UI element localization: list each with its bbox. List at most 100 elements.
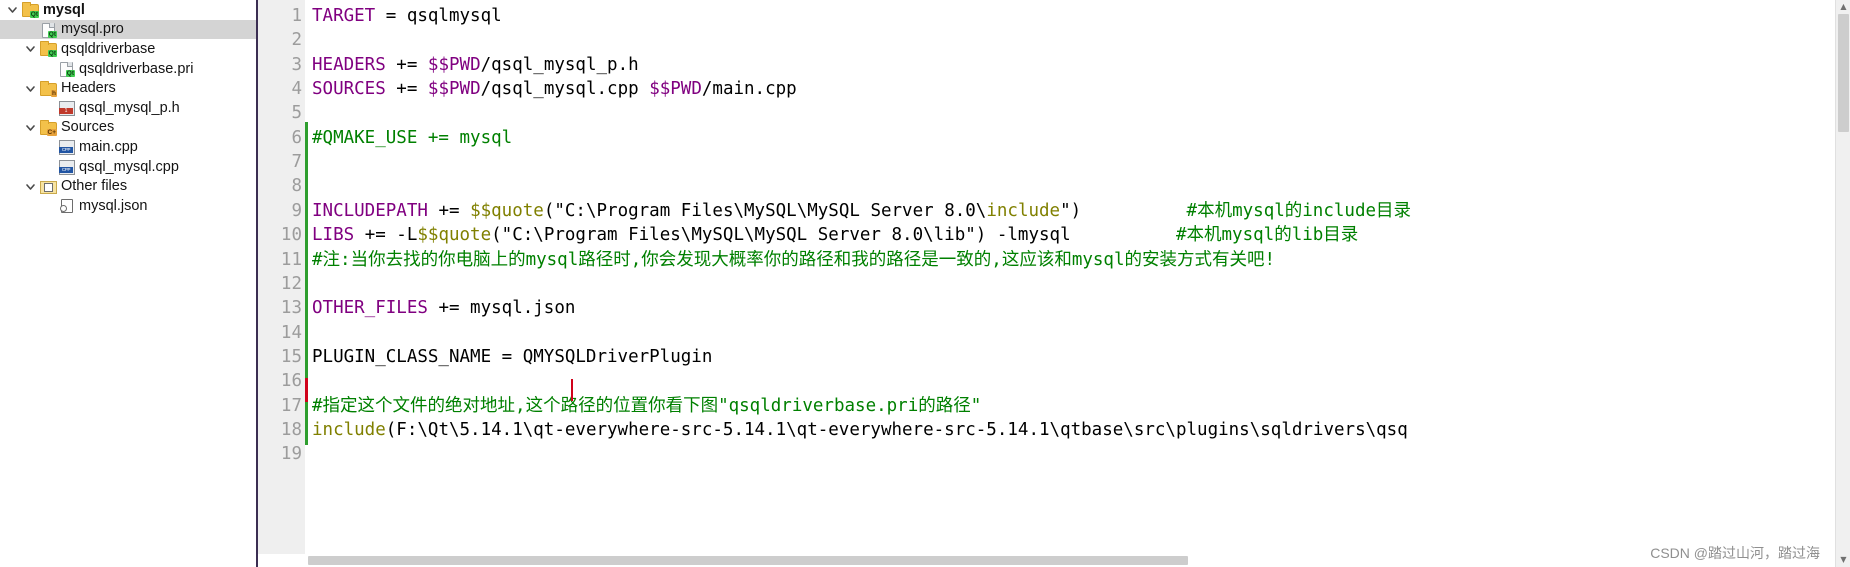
- vertical-scrollbar-thumb[interactable]: [1838, 14, 1849, 132]
- tree-item-qsqldriverbase-pri[interactable]: Qt qsqldriverbase.pri: [0, 59, 256, 79]
- tree-item-label: qsqldriverbase.pri: [79, 60, 194, 77]
- tree-item-mysql-json[interactable]: mysql.json: [0, 196, 256, 216]
- qt-project-folder-icon: Qt: [22, 2, 39, 19]
- code-token-cmt: #本机mysql的lib目录: [1175, 225, 1359, 246]
- code-token-fn: $$quote: [417, 225, 492, 246]
- code-token-fn: include: [312, 419, 386, 440]
- code-token-kw: OTHER_FILES: [312, 298, 428, 319]
- code-token-plain: = qsqlmysql: [375, 6, 502, 26]
- tree-item-label: mysql.pro: [61, 21, 124, 38]
- code-token-plain: PLUGIN_CLASS_NAME = QMYSQLDriverPlugin: [312, 346, 713, 367]
- line-number: 16: [280, 371, 302, 392]
- code-line[interactable]: LIBS += -L$$quote("C:\Program Files\MySQ…: [312, 223, 1358, 247]
- chevron-down-icon[interactable]: [24, 82, 37, 95]
- code-line[interactable]: PLUGIN_CLASS_NAME = QMYSQLDriverPlugin: [312, 345, 712, 369]
- icon-badge: Qt: [65, 70, 75, 78]
- icon-badge: Qt: [47, 30, 57, 38]
- code-token-plain: ("C:\Program Files\MySQL\MySQL Server 8.…: [543, 200, 987, 221]
- code-token-plain: +=: [427, 200, 471, 221]
- scroll-down-arrow[interactable]: ▼: [1836, 553, 1850, 567]
- tree-item-qsql-mysql-p-h[interactable]: qsql_mysql_p.h: [0, 98, 256, 118]
- horizontal-scrollbar[interactable]: [258, 554, 1835, 567]
- code-line[interactable]: INCLUDEPATH += $$quote("C:\Program Files…: [312, 199, 1411, 223]
- icon-badge: Qt: [47, 50, 57, 58]
- tree-item-label: Other files: [61, 178, 128, 195]
- code-token-plain: += mysql.json: [427, 298, 576, 319]
- code-token-kw: LIBS: [312, 225, 355, 246]
- qt-pro-file-icon: Qt: [40, 22, 57, 38]
- line-number: 4: [291, 79, 302, 100]
- vertical-scrollbar[interactable]: ▲ ▼: [1835, 0, 1850, 567]
- line-number: 2: [291, 30, 302, 51]
- code-token-plain: ("C:\Program Files\MySQL\MySQL Server 8.…: [491, 225, 1071, 246]
- code-token-plain: += -L: [354, 225, 418, 246]
- code-token-kw: INCLUDEPATH: [312, 200, 428, 221]
- horizontal-scrollbar-thumb[interactable]: [308, 556, 1188, 565]
- header-file-icon: [58, 100, 75, 117]
- csdn-watermark: CSDN @踏过山河，踏过海: [1650, 545, 1820, 561]
- code-line[interactable]: SOURCES += $$PWD/qsql_mysql.cpp $$PWD/ma…: [312, 77, 797, 101]
- code-token-kw: $$PWD: [427, 54, 481, 75]
- line-number: 14: [280, 322, 302, 343]
- code-line[interactable]: #指定这个文件的绝对地址,这个路径的位置你看下图"qsqldriverbase.…: [312, 394, 981, 418]
- code-line[interactable]: OTHER_FILES += mysql.json: [312, 296, 575, 320]
- code-token-fn: include: [986, 200, 1061, 221]
- project-tree-sidebar[interactable]: Qt mysql Qt mysql.pro Qt qsqldriverbase Qt qsql…: [0, 0, 258, 567]
- line-number: 9: [291, 200, 302, 221]
- line-number: 19: [280, 444, 302, 465]
- chevron-down-icon[interactable]: [24, 121, 37, 134]
- code-line[interactable]: #注:当你去找的你电脑上的mysql路径时,你会发现大概率你的路径和我的路径是一…: [312, 248, 1275, 272]
- text-caret: [571, 379, 573, 401]
- tree-item-main-cpp[interactable]: main.cpp: [0, 137, 256, 157]
- code-token-plain: "): [1060, 200, 1082, 221]
- code-token-plain: /qsql_mysql_p.h: [480, 54, 639, 75]
- code-token-cmt: #指定这个文件的绝对地址,这个路径的位置你看下图"qsqldriverbase.…: [312, 395, 982, 416]
- headers-folder-icon: h: [40, 80, 57, 97]
- qt-project-folder-icon: Qt: [40, 41, 57, 58]
- code-token-kw: $$PWD: [427, 79, 481, 100]
- line-number: 7: [291, 152, 302, 173]
- code-line[interactable]: include(F:\Qt\5.14.1\qt-everywhere-src-5…: [312, 418, 1408, 442]
- line-number: 18: [280, 419, 302, 440]
- code-line[interactable]: TARGET = qsqlmysql: [312, 4, 502, 28]
- tree-item-label: mysql.json: [79, 197, 148, 214]
- other-files-folder-icon: [40, 179, 57, 194]
- tree-item-qsql-mysql-cpp[interactable]: qsql_mysql.cpp: [0, 157, 256, 177]
- code-token-plain: +=: [385, 79, 428, 100]
- chevron-down-icon[interactable]: [24, 42, 37, 55]
- chevron-down-icon[interactable]: [6, 3, 19, 16]
- code-editor[interactable]: 1 TARGET = qsqlmysql 2 3 HEADERS += $$PWD/qs…: [258, 0, 1850, 567]
- tree-item-label: qsql_mysql.cpp: [79, 158, 179, 175]
- code-line[interactable]: #QMAKE_USE += mysql: [312, 126, 512, 150]
- line-number: 8: [291, 176, 302, 197]
- code-line[interactable]: HEADERS += $$PWD/qsql_mysql_p.h: [312, 53, 639, 77]
- code-token-plain: /qsql_mysql.cpp: [480, 79, 650, 100]
- scroll-up-arrow[interactable]: ▲: [1836, 0, 1850, 14]
- tree-item-label: main.cpp: [79, 138, 138, 155]
- tree-item-qsqldriverbase[interactable]: Qt qsqldriverbase: [0, 39, 256, 59]
- qt-pri-file-icon: Qt: [58, 61, 75, 78]
- tree-item-other-files[interactable]: Other files: [0, 176, 256, 196]
- code-token-cmt: #QMAKE_USE += mysql: [312, 127, 513, 148]
- tree-item-mysql-pro[interactable]: Qt mysql.pro: [0, 19, 256, 40]
- icon-badge: h: [51, 89, 57, 97]
- icon-badge: Qt: [29, 11, 39, 19]
- tree-item-mysql[interactable]: Qt mysql: [0, 0, 256, 20]
- code-token-kw: HEADERS: [312, 54, 386, 75]
- chevron-down-icon[interactable]: [24, 180, 37, 193]
- line-number: 5: [291, 103, 302, 124]
- code-token-kw: $$PWD: [649, 79, 702, 100]
- line-number: 13: [280, 298, 302, 319]
- line-number: 1: [291, 6, 302, 26]
- line-number: 6: [291, 127, 302, 148]
- line-number: 17: [280, 395, 302, 416]
- tree-item-headers[interactable]: h Headers: [0, 78, 256, 98]
- tree-item-sources[interactable]: C+ Sources: [0, 118, 256, 138]
- cpp-file-icon: [58, 159, 75, 176]
- code-token-plain: +=: [385, 54, 428, 75]
- code-token-cmt: #本机mysql的include目录: [1186, 200, 1412, 221]
- code-text-area[interactable]: 1 TARGET = qsqlmysql 2 3 HEADERS += $$PWD/qs…: [258, 0, 1850, 567]
- project-tree-list: Qt mysql Qt mysql.pro Qt qsqldriverbase Qt qsql…: [0, 0, 256, 216]
